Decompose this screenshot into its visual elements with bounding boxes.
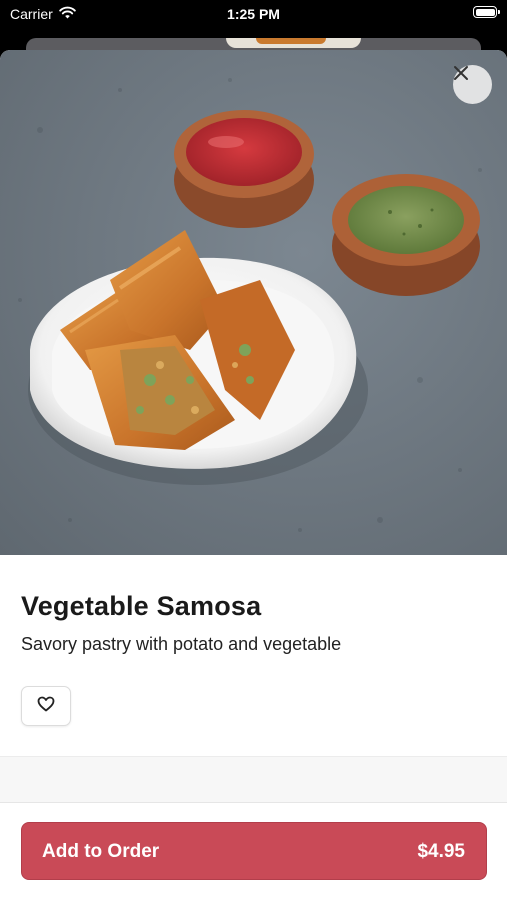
item-details: Vegetable Samosa Savory pastry with pota… — [0, 555, 507, 755]
item-description: Savory pastry with potato and vegetable — [21, 634, 342, 654]
item-name: Vegetable Samosa — [21, 591, 262, 621]
close-button[interactable] — [453, 65, 492, 104]
heart-icon — [37, 696, 55, 717]
item-price: $4.95 — [417, 841, 465, 862]
background-card-image — [226, 38, 361, 48]
status-time: 1:25 PM — [227, 6, 280, 22]
battery-icon — [473, 6, 500, 18]
footer: Add to Order $4.95 — [0, 802, 507, 900]
spacer-band — [0, 757, 507, 802]
item-detail-sheet: Vegetable Samosa Savory pastry with pota… — [0, 50, 507, 900]
status-right — [473, 6, 500, 18]
screen: Carrier 1:25 PM Vegetable Samosa Savory … — [0, 0, 507, 900]
add-to-order-label: Add to Order — [42, 841, 160, 862]
status-bar: Carrier 1:25 PM — [0, 0, 507, 30]
item-photo — [0, 50, 507, 555]
add-to-order-button[interactable]: Add to Order $4.95 — [21, 822, 487, 880]
favorite-button[interactable] — [21, 686, 71, 726]
